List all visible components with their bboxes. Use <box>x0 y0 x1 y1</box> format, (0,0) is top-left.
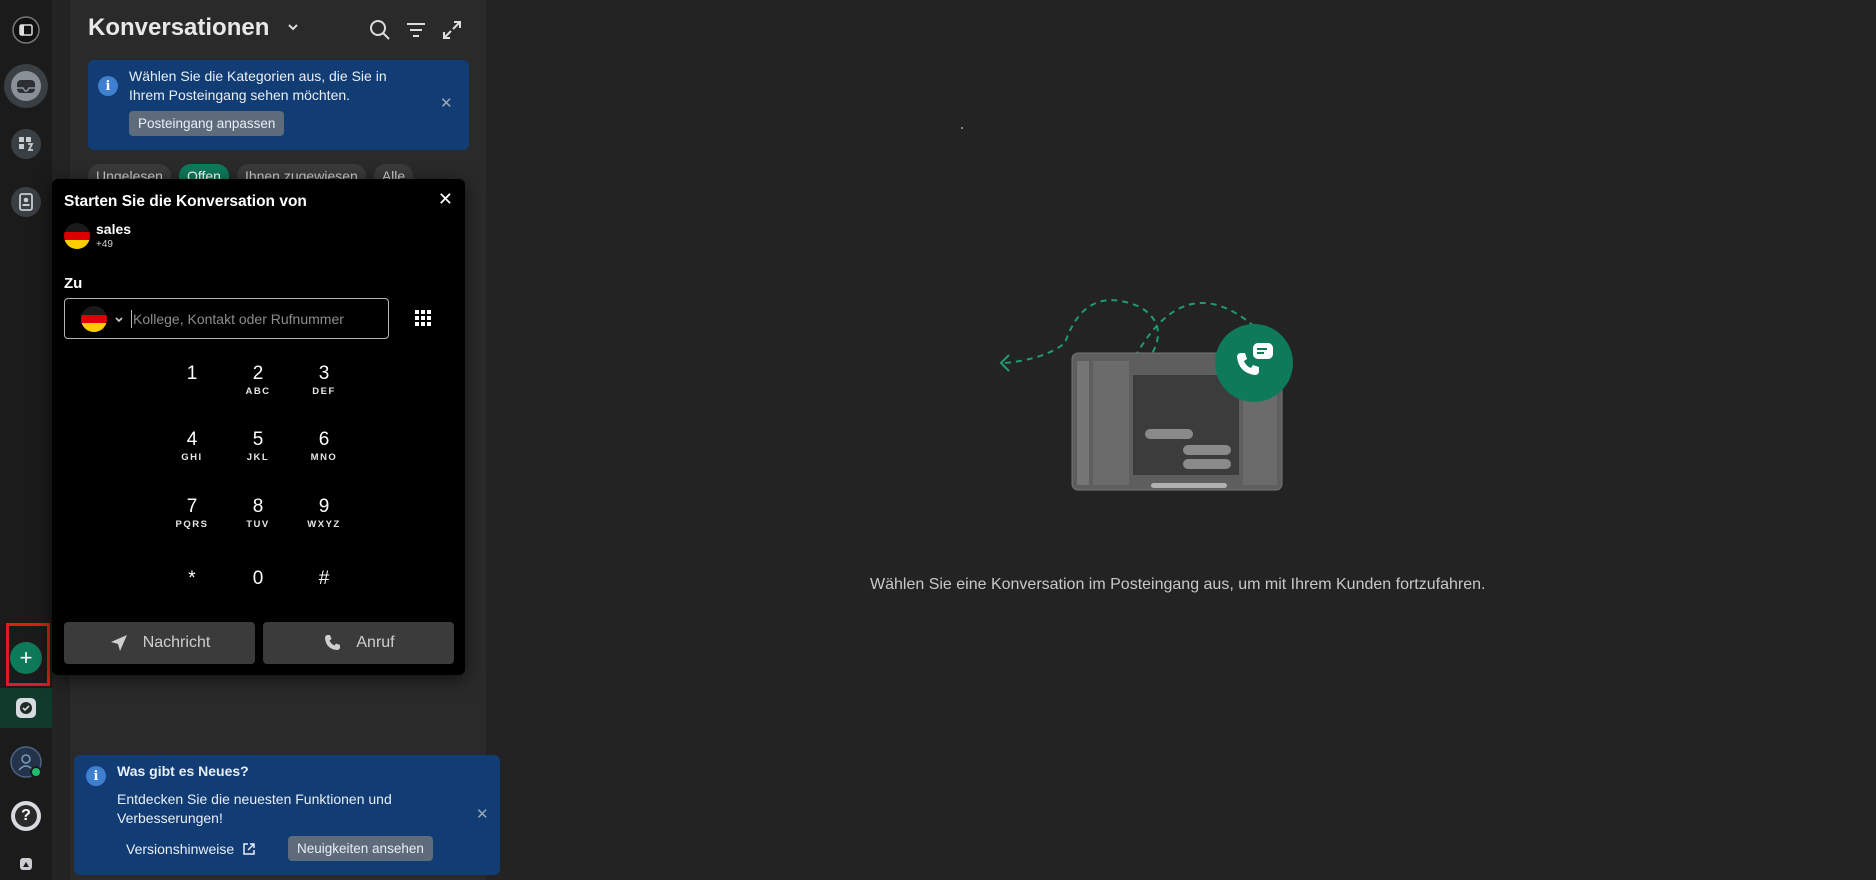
key-9[interactable]: 9 WXYZ <box>299 497 349 531</box>
left-rail: + ? <box>0 0 52 880</box>
key-6[interactable]: 6 MNO <box>299 430 349 464</box>
from-line-name: sales <box>96 221 132 237</box>
help-icon[interactable]: ? <box>8 798 44 834</box>
filter-icon[interactable] <box>402 16 430 44</box>
banner-text-line2: Ihrem Posteingang sehen möchten. <box>129 87 351 103</box>
close-icon[interactable]: ✕ <box>440 94 453 112</box>
search-icon[interactable] <box>366 16 394 44</box>
germany-flag-icon <box>64 223 90 249</box>
recipient-input[interactable]: Kollege, Kontakt oder Rufnummer <box>64 298 389 339</box>
page-title: Konversationen <box>88 14 270 41</box>
phone-icon <box>325 635 341 650</box>
key-4[interactable]: 4 GHI <box>167 430 217 464</box>
start-conversation-dialog: Starten Sie die Konversation von ✕ sales… <box>52 179 465 675</box>
text-caret <box>131 310 132 328</box>
whats-new-text-line1: Entdecken Sie die neuesten Funktionen un… <box>117 791 392 807</box>
tasks-icon[interactable] <box>8 690 44 726</box>
whats-new-title: Was gibt es Neues? <box>117 763 249 779</box>
avatar[interactable] <box>8 744 44 780</box>
view-news-button[interactable]: Neuigkeiten ansehen <box>288 836 433 861</box>
from-line-number: +49 <box>96 239 113 250</box>
chevron-down-icon[interactable] <box>286 20 300 39</box>
plus-icon: + <box>19 645 33 670</box>
inbox-icon[interactable] <box>4 64 48 108</box>
help-glyph: ? <box>21 807 31 824</box>
key-star[interactable]: * <box>167 569 217 589</box>
release-notes-label: Versionshinweise <box>126 841 235 857</box>
call-button[interactable]: Anruf <box>263 622 454 664</box>
expand-icon[interactable] <box>438 16 466 44</box>
lock-icon[interactable] <box>8 850 44 878</box>
message-button-label: Nachricht <box>142 634 211 651</box>
empty-state-illustration <box>999 299 1293 491</box>
dialog-title: Starten Sie die Konversation von <box>64 193 307 210</box>
recipient-placeholder: Kollege, Kontakt oder Rufnummer <box>133 311 344 327</box>
key-5[interactable]: 5 JKL <box>233 430 283 464</box>
key-1[interactable]: 1 <box>167 364 217 386</box>
key-0[interactable]: 0 <box>233 569 283 589</box>
new-conversation-button[interactable]: + <box>10 642 42 674</box>
cursor-dot <box>961 127 963 129</box>
release-notes-link[interactable]: Versionshinweise <box>126 841 256 857</box>
call-button-label: Anruf <box>356 634 395 651</box>
banner-text-line1: Wählen Sie die Kategorien aus, die Sie i… <box>129 68 387 84</box>
key-2[interactable]: 2 ABC <box>233 364 283 398</box>
key-hash[interactable]: # <box>299 569 349 589</box>
keypad-icon[interactable] <box>414 309 432 332</box>
info-icon: i <box>98 76 118 96</box>
key-8[interactable]: 8 TUV <box>233 497 283 531</box>
to-label: Zu <box>64 275 83 292</box>
key-7[interactable]: 7 PQRS <box>167 497 217 531</box>
send-icon <box>110 635 127 651</box>
apps-icon[interactable] <box>8 126 44 162</box>
info-icon: i <box>86 766 106 786</box>
whats-new-text-line2: Verbesserungen! <box>117 810 223 826</box>
country-selector-flag-icon[interactable] <box>81 306 107 332</box>
whats-new-banner: i Was gibt es Neues? Entdecken Sie die n… <box>74 755 500 875</box>
external-link-icon <box>243 843 255 855</box>
inbox-categories-banner: i Wählen Sie die Kategorien aus, die Sie… <box>88 60 469 150</box>
empty-state-text: Wählen Sie eine Konversation im Posteing… <box>870 576 1486 593</box>
contacts-icon[interactable] <box>8 184 44 220</box>
close-icon[interactable]: ✕ <box>438 189 453 210</box>
chevron-down-icon[interactable] <box>114 312 124 330</box>
key-3[interactable]: 3 DEF <box>299 364 349 398</box>
close-icon[interactable]: ✕ <box>476 805 489 823</box>
send-message-button[interactable]: Nachricht <box>64 622 255 664</box>
toggle-sidebar-icon[interactable] <box>8 12 44 48</box>
customize-inbox-button[interactable]: Posteingang anpassen <box>129 111 285 136</box>
